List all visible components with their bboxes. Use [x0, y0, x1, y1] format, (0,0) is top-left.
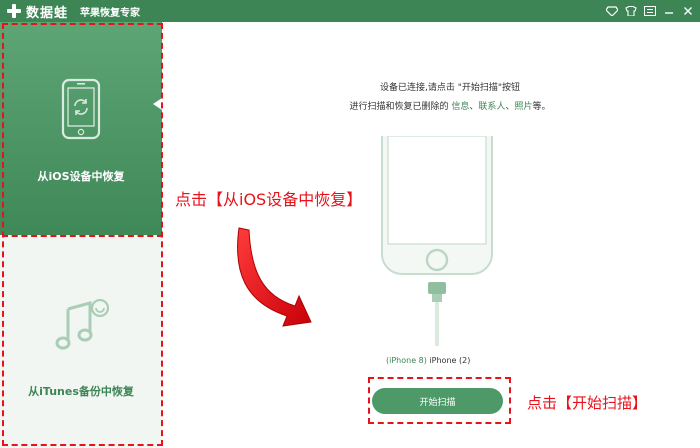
app-logo: 数据蛙 [6, 2, 68, 21]
instruction-line-2: 进行扫描和恢复已删除的 信息、联系人、照片等。 [300, 99, 600, 112]
instruction-line-1: 设备已连接,请点击 "开始扫描"按钮 [379, 83, 520, 93]
title-bar: 数据蛙 苹果恢复专家 [0, 0, 700, 22]
instruction-prefix: 进行扫描和恢复已删除的 [349, 102, 452, 112]
highlight-divider [2, 235, 163, 237]
annotation-button-hint: 点击【开始扫描】 [527, 394, 648, 412]
product-name: 苹果恢复专家 [80, 7, 141, 19]
menu-icon[interactable] [644, 5, 656, 17]
photos-link: 照片 [514, 102, 533, 112]
shirt-icon[interactable] [625, 5, 637, 17]
annotation-sidebar-hint: 点击【从iOS设备中恢复】 [175, 190, 363, 209]
info-link: 信息 [451, 102, 470, 112]
device-info: (iPhone 8) iPhone (2) [386, 356, 470, 365]
minimize-icon[interactable] [663, 5, 675, 17]
logo-plus-icon [6, 3, 22, 19]
device-name: iPhone (2) [426, 356, 471, 365]
brand-name: 数据蛙 [26, 5, 69, 21]
diamond-icon[interactable] [606, 5, 618, 17]
window-controls [606, 0, 694, 22]
red-arrow-icon [237, 227, 312, 327]
close-icon[interactable] [682, 5, 694, 17]
instruction-suffix: 等。 [532, 102, 551, 112]
contacts-link: 联系人 [478, 102, 506, 112]
highlight-box-button [368, 377, 511, 424]
device-model: (iPhone 8) [386, 356, 427, 365]
phone-illustration [381, 136, 493, 346]
